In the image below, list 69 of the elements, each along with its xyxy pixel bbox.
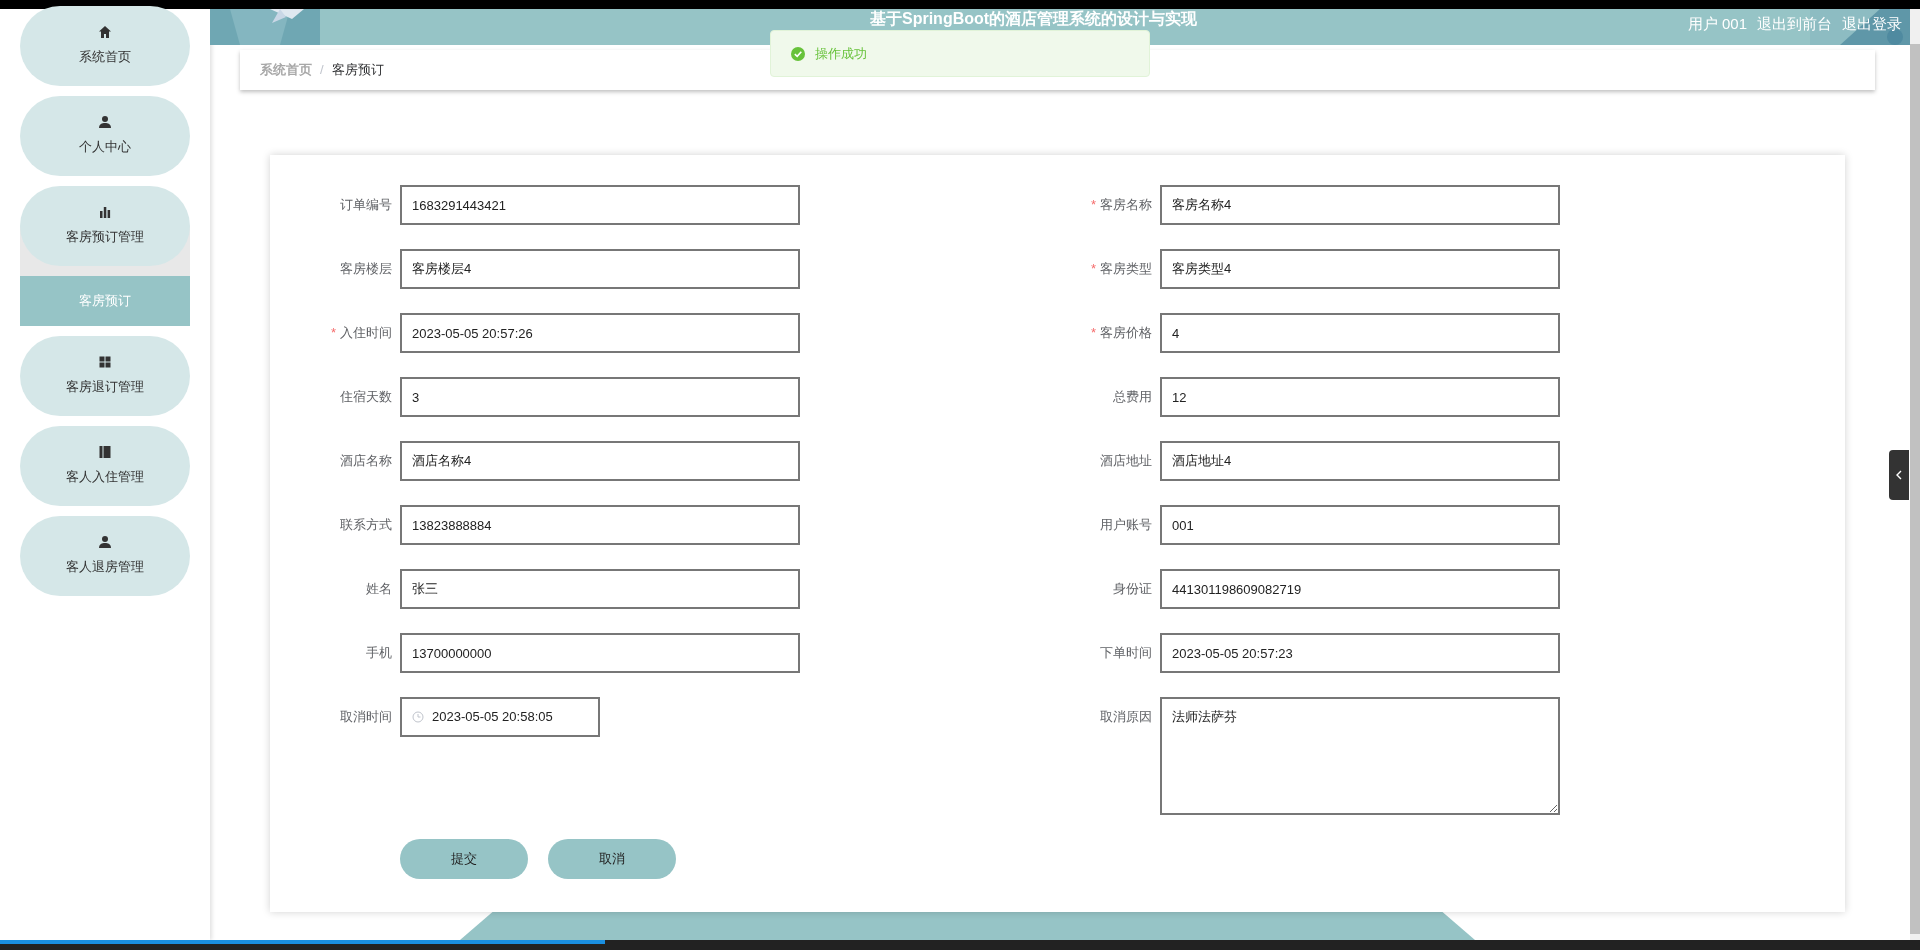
menu-item[interactable]: 客房预订管理 — [20, 186, 190, 266]
menu-label: 客人入住管理 — [66, 468, 144, 487]
field-label: 酒店地址 — [1100, 452, 1152, 471]
field-label: 身份证 — [1113, 580, 1152, 599]
home-icon — [98, 25, 112, 40]
text-field[interactable]: 13700000000 — [400, 633, 800, 673]
menu-label: 个人中心 — [79, 138, 131, 157]
breadcrumb-separator: / — [320, 61, 324, 80]
required-mark: * — [1090, 196, 1096, 215]
field-label: 姓名 — [366, 580, 392, 599]
chevron-left-icon — [1896, 470, 1902, 480]
text-field[interactable]: 2023-05-05 20:57:23 — [1160, 633, 1560, 673]
required-mark: * — [330, 324, 336, 343]
field-label: 客房价格 — [1100, 324, 1152, 343]
menu-label: 客人退房管理 — [66, 558, 144, 577]
toast-message: 操作成功 — [815, 44, 867, 63]
form-button[interactable]: 取消 — [548, 839, 676, 879]
textarea-field[interactable]: 法师法萨芬 — [1160, 697, 1560, 815]
field-label: 下单时间 — [1100, 644, 1152, 663]
field-label: 订单编号 — [340, 196, 392, 215]
date-input[interactable]: 2023-05-05 20:58:05 — [432, 707, 582, 727]
field-label: 用户账号 — [1100, 516, 1152, 535]
text-field[interactable]: 001 — [1160, 505, 1560, 545]
field-label: 手机 — [366, 644, 392, 663]
text-field[interactable]: 2023-05-05 20:57:26 — [400, 313, 800, 353]
menu-label: 系统首页 — [79, 48, 131, 67]
breadcrumb-item: 客房预订 — [331, 61, 384, 80]
text-field[interactable]: 441301198609082719 — [1160, 569, 1560, 609]
user-icon — [98, 115, 112, 130]
field-label: 取消时间 — [340, 708, 392, 727]
book-icon — [98, 445, 112, 460]
text-field[interactable]: 12 — [1160, 377, 1560, 417]
text-field[interactable]: 1683291443421 — [400, 185, 800, 225]
field-label: 客房楼层 — [340, 260, 392, 279]
menu-item[interactable]: 客人退房管理 — [20, 516, 190, 596]
menu-item[interactable]: 个人中心 — [20, 96, 190, 176]
field-label: 联系方式 — [340, 516, 392, 535]
field-label: 住宿天数 — [340, 388, 392, 407]
field-label: 取消原因 — [1100, 708, 1152, 727]
required-mark: * — [1090, 324, 1096, 343]
clock-icon — [412, 711, 424, 723]
text-field[interactable]: 酒店地址4 — [1160, 441, 1560, 481]
bar-chart-icon — [98, 205, 112, 220]
text-field[interactable]: 13823888884 — [400, 505, 800, 545]
menu-item[interactable]: 客房退订管理 — [20, 336, 190, 416]
text-field[interactable]: 客房类型4 — [1160, 249, 1560, 289]
field-label: 总费用 — [1113, 388, 1152, 407]
success-icon — [791, 46, 805, 61]
text-field[interactable]: 3 — [400, 377, 800, 417]
field-label: 入住时间 — [340, 324, 392, 343]
date-picker-field[interactable]: 2023-05-05 20:58:05 — [400, 697, 600, 737]
text-field[interactable]: 客房楼层4 — [400, 249, 800, 289]
field-label: 酒店名称 — [340, 452, 392, 471]
field-label: 客房类型 — [1100, 260, 1152, 279]
menu-item[interactable]: 客人入住管理 — [20, 426, 190, 506]
text-field[interactable]: 客房名称4 — [1160, 185, 1560, 225]
text-field[interactable]: 张三 — [400, 569, 800, 609]
text-field[interactable]: 酒店名称4 — [400, 441, 800, 481]
menu-item[interactable]: 系统首页 — [20, 6, 190, 86]
collapse-tab[interactable] — [1889, 450, 1909, 500]
header-title: 基于SpringBoot的酒店管理系统的设计与实现 — [870, 10, 1198, 28]
user-icon — [98, 535, 112, 550]
field-label: 客房名称 — [1100, 196, 1152, 215]
required-mark: * — [1090, 260, 1096, 279]
form-button[interactable]: 提交 — [400, 839, 528, 879]
menu-label: 客房预订管理 — [66, 228, 144, 247]
menu-label: 客房退订管理 — [66, 378, 144, 397]
grid-icon — [98, 355, 112, 370]
text-field[interactable]: 4 — [1160, 313, 1560, 353]
